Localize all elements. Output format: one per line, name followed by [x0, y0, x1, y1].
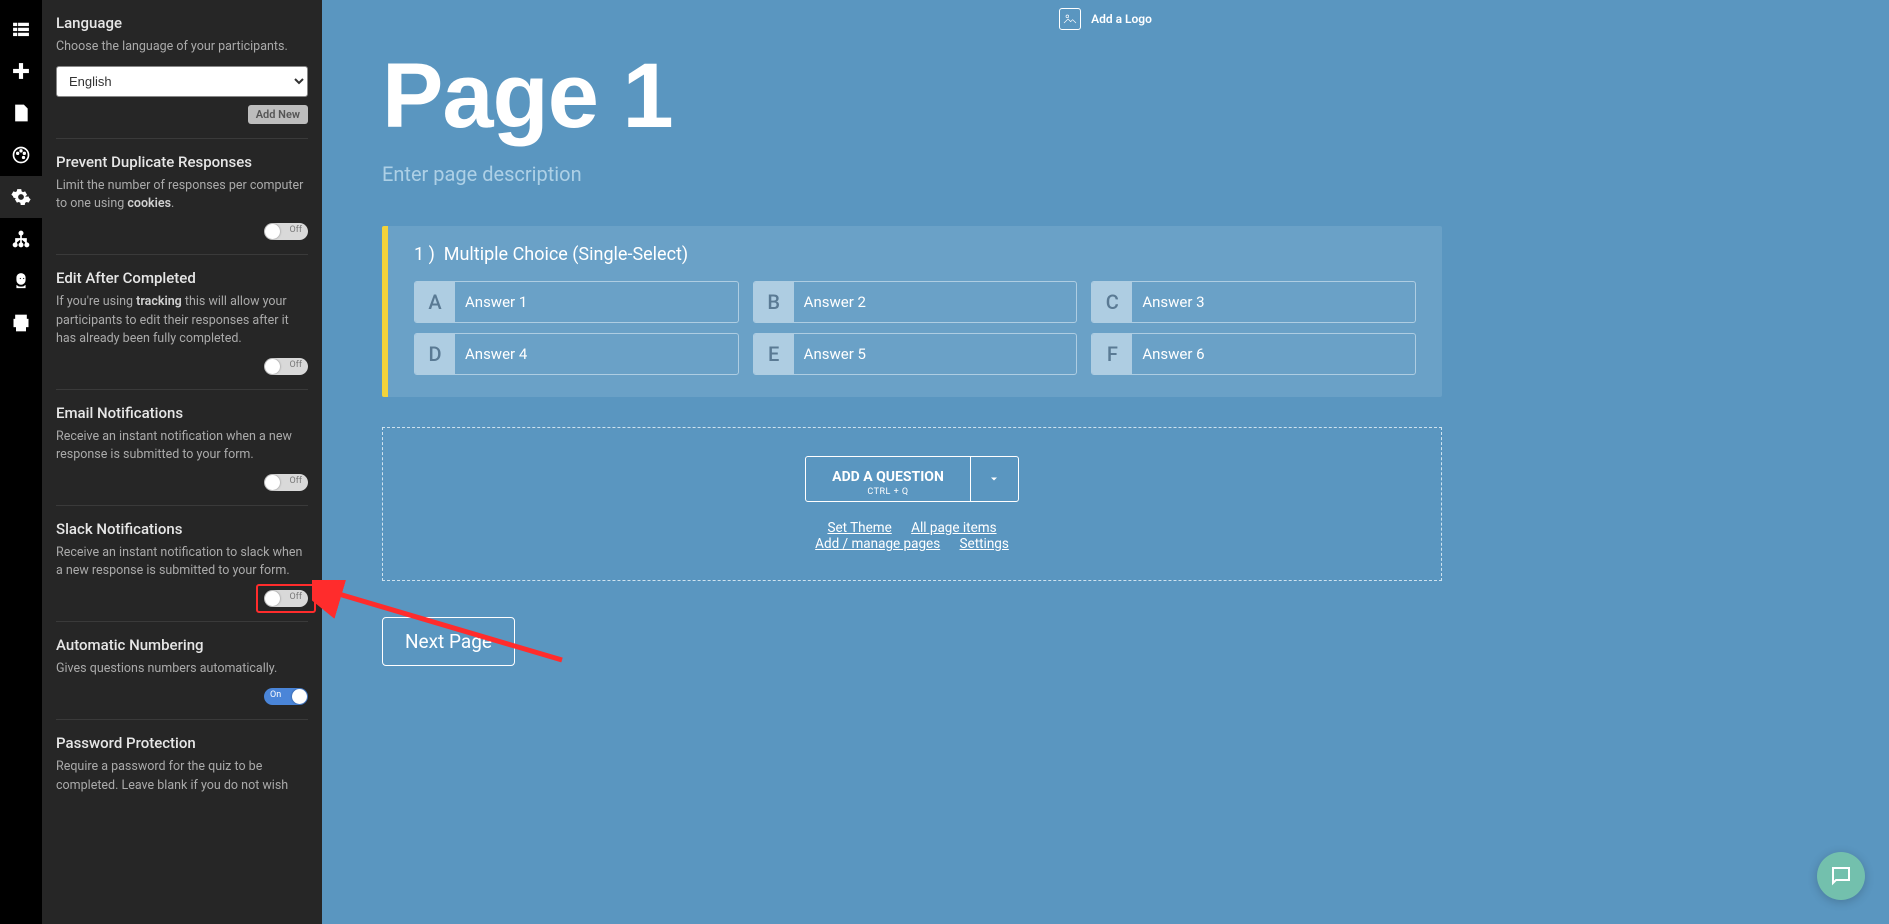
numbering-title: Automatic Numbering: [56, 636, 308, 654]
answer-letter: E: [754, 334, 794, 374]
answer-text: Answer 1: [455, 282, 738, 322]
rail-theme-button[interactable]: [0, 134, 42, 176]
quick-links: Set Theme All page items Add / manage pa…: [403, 520, 1421, 552]
section-duplicate: Prevent Duplicate Responses Limit the nu…: [56, 139, 308, 255]
rail-preview-button[interactable]: [0, 260, 42, 302]
edit-after-desc: If you're using tracking this will allow…: [56, 293, 308, 347]
answer-option[interactable]: DAnswer 4: [414, 333, 739, 375]
section-numbering: Automatic Numbering Gives questions numb…: [56, 622, 308, 720]
icon-rail: [0, 0, 42, 924]
password-desc: Require a password for the quiz to be co…: [56, 758, 308, 794]
add-question-dropdown[interactable]: [970, 457, 1018, 501]
editor-canvas[interactable]: Add a Logo Page 1 Enter page description…: [322, 0, 1889, 924]
page-title[interactable]: Page 1: [382, 50, 1442, 142]
answer-option[interactable]: CAnswer 3: [1091, 281, 1416, 323]
help-bubble[interactable]: [1817, 852, 1865, 900]
rail-add-button[interactable]: [0, 50, 42, 92]
answer-text: Answer 2: [794, 282, 1077, 322]
edit-after-toggle[interactable]: Off: [264, 358, 308, 375]
duplicate-toggle[interactable]: Off: [264, 223, 308, 240]
email-title: Email Notifications: [56, 404, 308, 422]
rail-print-button[interactable]: [0, 302, 42, 344]
add-question-area: ADD A QUESTION CTRL + Q Set Theme All pa…: [382, 427, 1442, 581]
add-language-button[interactable]: Add New: [248, 105, 308, 124]
section-email: Email Notifications Receive an instant n…: [56, 390, 308, 506]
email-toggle[interactable]: Off: [264, 474, 308, 491]
password-title: Password Protection: [56, 734, 308, 752]
next-page-button[interactable]: Next Page: [382, 617, 515, 666]
edit-after-title: Edit After Completed: [56, 269, 308, 287]
answer-option[interactable]: EAnswer 5: [753, 333, 1078, 375]
question-card[interactable]: 1 ) Multiple Choice (Single-Select) AAns…: [382, 226, 1442, 397]
page-description-placeholder[interactable]: Enter page description: [382, 162, 1442, 186]
slack-title: Slack Notifications: [56, 520, 308, 538]
link-set-theme[interactable]: Set Theme: [827, 520, 891, 536]
answer-option[interactable]: BAnswer 2: [753, 281, 1078, 323]
language-select[interactable]: English: [56, 66, 308, 97]
duplicate-desc: Limit the number of responses per comput…: [56, 177, 308, 213]
section-slack: Slack Notifications Receive an instant n…: [56, 506, 308, 622]
answer-letter: B: [754, 282, 794, 322]
section-edit-after: Edit After Completed If you're using tra…: [56, 255, 308, 389]
rail-menu-button[interactable]: [0, 8, 42, 50]
link-settings[interactable]: Settings: [960, 536, 1009, 552]
answer-text: Answer 5: [794, 334, 1077, 374]
answer-text: Answer 4: [455, 334, 738, 374]
numbering-toggle[interactable]: On: [264, 688, 308, 705]
answer-option[interactable]: AAnswer 1: [414, 281, 739, 323]
answer-text: Answer 3: [1132, 282, 1415, 322]
section-password: Password Protection Require a password f…: [56, 720, 308, 808]
slack-toggle[interactable]: Off: [264, 590, 308, 607]
answer-letter: F: [1092, 334, 1132, 374]
duplicate-title: Prevent Duplicate Responses: [56, 153, 308, 171]
language-desc: Choose the language of your participants…: [56, 38, 308, 56]
link-manage-pages[interactable]: Add / manage pages: [815, 536, 940, 552]
answer-text: Answer 6: [1132, 334, 1415, 374]
settings-sidebar[interactable]: Language Choose the language of your par…: [42, 0, 322, 924]
language-title: Language: [56, 14, 308, 32]
answer-letter: D: [415, 334, 455, 374]
rail-page-button[interactable]: [0, 92, 42, 134]
question-title[interactable]: 1 ) Multiple Choice (Single-Select): [414, 244, 1416, 265]
add-question-button-group: ADD A QUESTION CTRL + Q: [805, 456, 1019, 502]
section-language: Language Choose the language of your par…: [56, 0, 308, 139]
answer-option[interactable]: FAnswer 6: [1091, 333, 1416, 375]
rail-settings-button[interactable]: [0, 176, 42, 218]
numbering-desc: Gives questions numbers automatically.: [56, 660, 308, 678]
answer-letter: A: [415, 282, 455, 322]
add-question-button[interactable]: ADD A QUESTION CTRL + Q: [806, 457, 970, 501]
rail-tree-button[interactable]: [0, 218, 42, 260]
email-desc: Receive an instant notification when a n…: [56, 428, 308, 464]
add-logo-button[interactable]: Add a Logo: [322, 0, 1889, 50]
slack-desc: Receive an instant notification to slack…: [56, 544, 308, 580]
answer-letter: C: [1092, 282, 1132, 322]
image-icon: [1059, 8, 1081, 30]
link-all-items[interactable]: All page items: [911, 520, 996, 536]
